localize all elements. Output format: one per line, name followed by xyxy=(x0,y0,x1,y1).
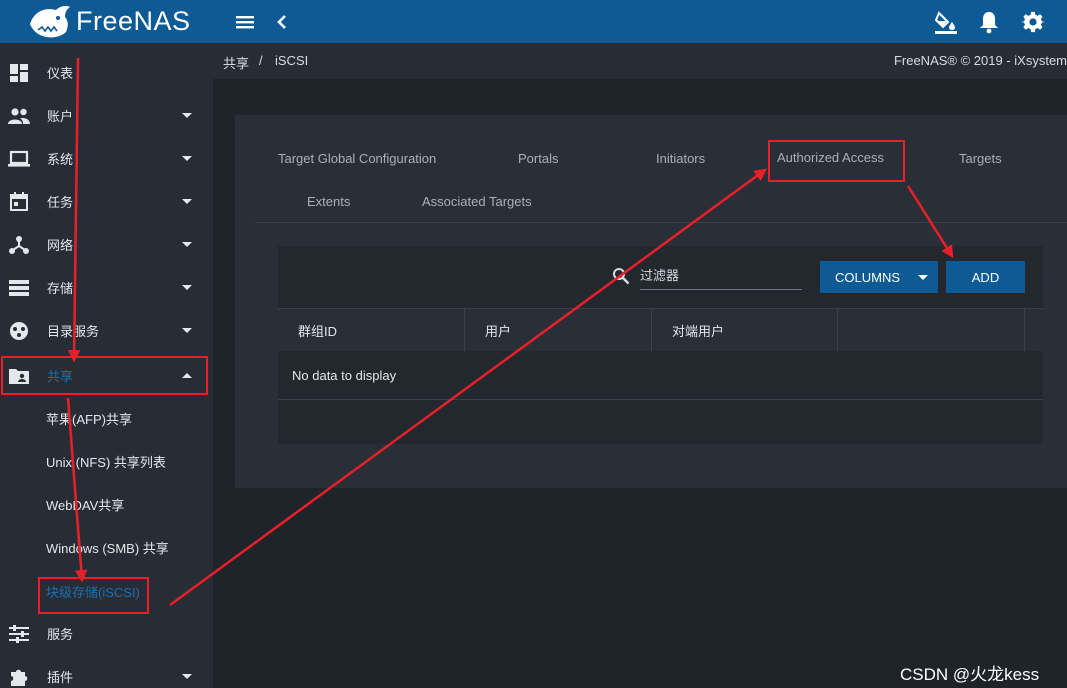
hamburger-menu-icon xyxy=(236,16,254,29)
sidebar-item-network[interactable]: 网络 xyxy=(0,223,213,266)
directory-icon xyxy=(8,320,30,342)
sidebar-subitem-nfs[interactable]: Unix (NFS) 共享列表 xyxy=(0,440,213,483)
folder-shared-icon xyxy=(8,365,30,387)
sidebar-item-plugins[interactable]: 插件 xyxy=(0,655,213,688)
chevron-up-icon xyxy=(182,373,192,378)
breadcrumb-parent[interactable]: 共享 xyxy=(223,53,249,72)
settings-button[interactable] xyxy=(1020,9,1046,35)
collapse-sidebar-button[interactable] xyxy=(271,10,293,34)
bell-icon xyxy=(980,12,998,34)
sidebar-item-tasks[interactable]: 任务 xyxy=(0,180,213,223)
menu-toggle-button[interactable] xyxy=(232,10,258,34)
freenas-logo[interactable]: FreeNAS xyxy=(0,0,213,43)
sidebar-item-services[interactable]: 服务 xyxy=(0,612,213,655)
dashboard-icon xyxy=(8,62,30,84)
tabs-divider xyxy=(255,222,1067,223)
sidebar-item-label: 插件 xyxy=(47,670,74,685)
column-header-user[interactable]: 用户 xyxy=(465,309,652,352)
filter-input[interactable] xyxy=(640,266,802,290)
table-empty-message: No data to display xyxy=(278,352,1043,400)
sidebar-item-system[interactable]: 系统 xyxy=(0,137,213,180)
paint-bucket-icon xyxy=(934,11,957,34)
tab-extents[interactable]: Extents xyxy=(307,194,350,209)
puzzle-icon xyxy=(8,666,30,688)
sidebar-item-directory-services[interactable]: 目录服务 xyxy=(0,309,213,352)
people-icon xyxy=(8,105,30,127)
tab-initiators[interactable]: Initiators xyxy=(656,151,705,166)
chevron-down-icon xyxy=(182,674,192,679)
sidebar-item-label: 任务 xyxy=(47,195,74,210)
sidebar-item-storage[interactable]: 存储 xyxy=(0,266,213,309)
chevron-down-icon xyxy=(182,328,192,333)
tab-portals[interactable]: Portals xyxy=(518,151,558,166)
storage-icon xyxy=(8,277,30,299)
column-header-group-id[interactable]: 群组ID xyxy=(278,309,465,352)
sidebar-subitem-label: 块级存储(iSCSI) xyxy=(46,585,140,600)
chevron-down-icon xyxy=(182,199,192,204)
chevron-down-icon xyxy=(918,275,928,280)
sidebar-item-label: 共享 xyxy=(47,369,74,384)
sidebar-item-label: 系统 xyxy=(47,152,74,167)
chevron-down-icon xyxy=(182,242,192,247)
sidebar-item-dashboard[interactable]: 仪表 xyxy=(0,51,213,94)
notifications-button[interactable] xyxy=(976,9,1002,35)
sidebar-item-label: 目录服务 xyxy=(47,324,100,339)
calendar-icon xyxy=(8,191,30,213)
sidebar: 仪表 账户 系统 任务 网络 存储 目录服务 共享 苹果(AFP)共享 Unix… xyxy=(0,43,213,688)
sidebar-subitem-label: 苹果(AFP)共享 xyxy=(46,412,132,427)
sidebar-subitem-iscsi[interactable]: 块级存储(iSCSI) xyxy=(0,570,213,613)
chevron-down-icon xyxy=(182,285,192,290)
chevron-down-icon xyxy=(182,156,192,161)
sidebar-subitem-smb[interactable]: Windows (SMB) 共享 xyxy=(0,526,213,569)
chevron-down-icon xyxy=(182,113,192,118)
add-button[interactable]: ADD xyxy=(946,261,1025,293)
app-name: FreeNAS xyxy=(76,6,191,36)
breadcrumb-separator: / xyxy=(259,53,263,68)
freenas-shark-icon xyxy=(30,5,70,37)
breadcrumb: 共享 / iSCSI FreeNAS® © 2019 - iXsystem xyxy=(213,43,1067,79)
sliders-icon xyxy=(8,623,30,645)
sidebar-subitem-label: Unix (NFS) 共享列表 xyxy=(46,455,166,470)
sidebar-subitem-afp[interactable]: 苹果(AFP)共享 xyxy=(0,397,213,440)
sidebar-item-label: 账户 xyxy=(47,109,74,124)
tab-authorized-access[interactable]: Authorized Access xyxy=(777,150,884,165)
sidebar-subitem-label: WebDAV共享 xyxy=(46,498,125,513)
chevron-left-icon xyxy=(277,15,286,29)
laptop-icon xyxy=(8,148,30,170)
sidebar-subitem-label: Windows (SMB) 共享 xyxy=(46,541,169,556)
top-bar: FreeNAS xyxy=(0,0,1067,43)
column-header-extra xyxy=(838,309,1025,352)
tab-targets[interactable]: Targets xyxy=(959,151,1002,166)
table-header: 群组ID 用户 对端用户 xyxy=(278,308,1043,352)
tab-associated-targets[interactable]: Associated Targets xyxy=(422,194,532,209)
tab-target-global-configuration[interactable]: Target Global Configuration xyxy=(278,151,436,166)
breadcrumb-current: iSCSI xyxy=(275,53,309,68)
sidebar-item-label: 服务 xyxy=(47,627,74,642)
sidebar-item-label: 仪表 xyxy=(47,66,74,81)
sidebar-subitem-webdav[interactable]: WebDAV共享 xyxy=(0,483,213,526)
copyright-text: FreeNAS® © 2019 - iXsystem xyxy=(893,53,1067,68)
theme-button[interactable] xyxy=(933,9,959,35)
columns-button-label: COLUMNS xyxy=(835,269,901,285)
sidebar-item-label: 网络 xyxy=(47,238,74,253)
sidebar-item-sharing[interactable]: 共享 xyxy=(0,354,213,397)
gear-icon xyxy=(1021,11,1045,33)
search-icon xyxy=(613,268,630,285)
network-icon xyxy=(8,234,30,256)
sidebar-item-accounts[interactable]: 账户 xyxy=(0,94,213,137)
watermark: CSDN @火龙kess xyxy=(900,665,1040,684)
column-header-peer-user[interactable]: 对端用户 xyxy=(652,309,838,352)
sidebar-item-label: 存储 xyxy=(47,281,74,296)
columns-button[interactable]: COLUMNS xyxy=(820,261,938,293)
